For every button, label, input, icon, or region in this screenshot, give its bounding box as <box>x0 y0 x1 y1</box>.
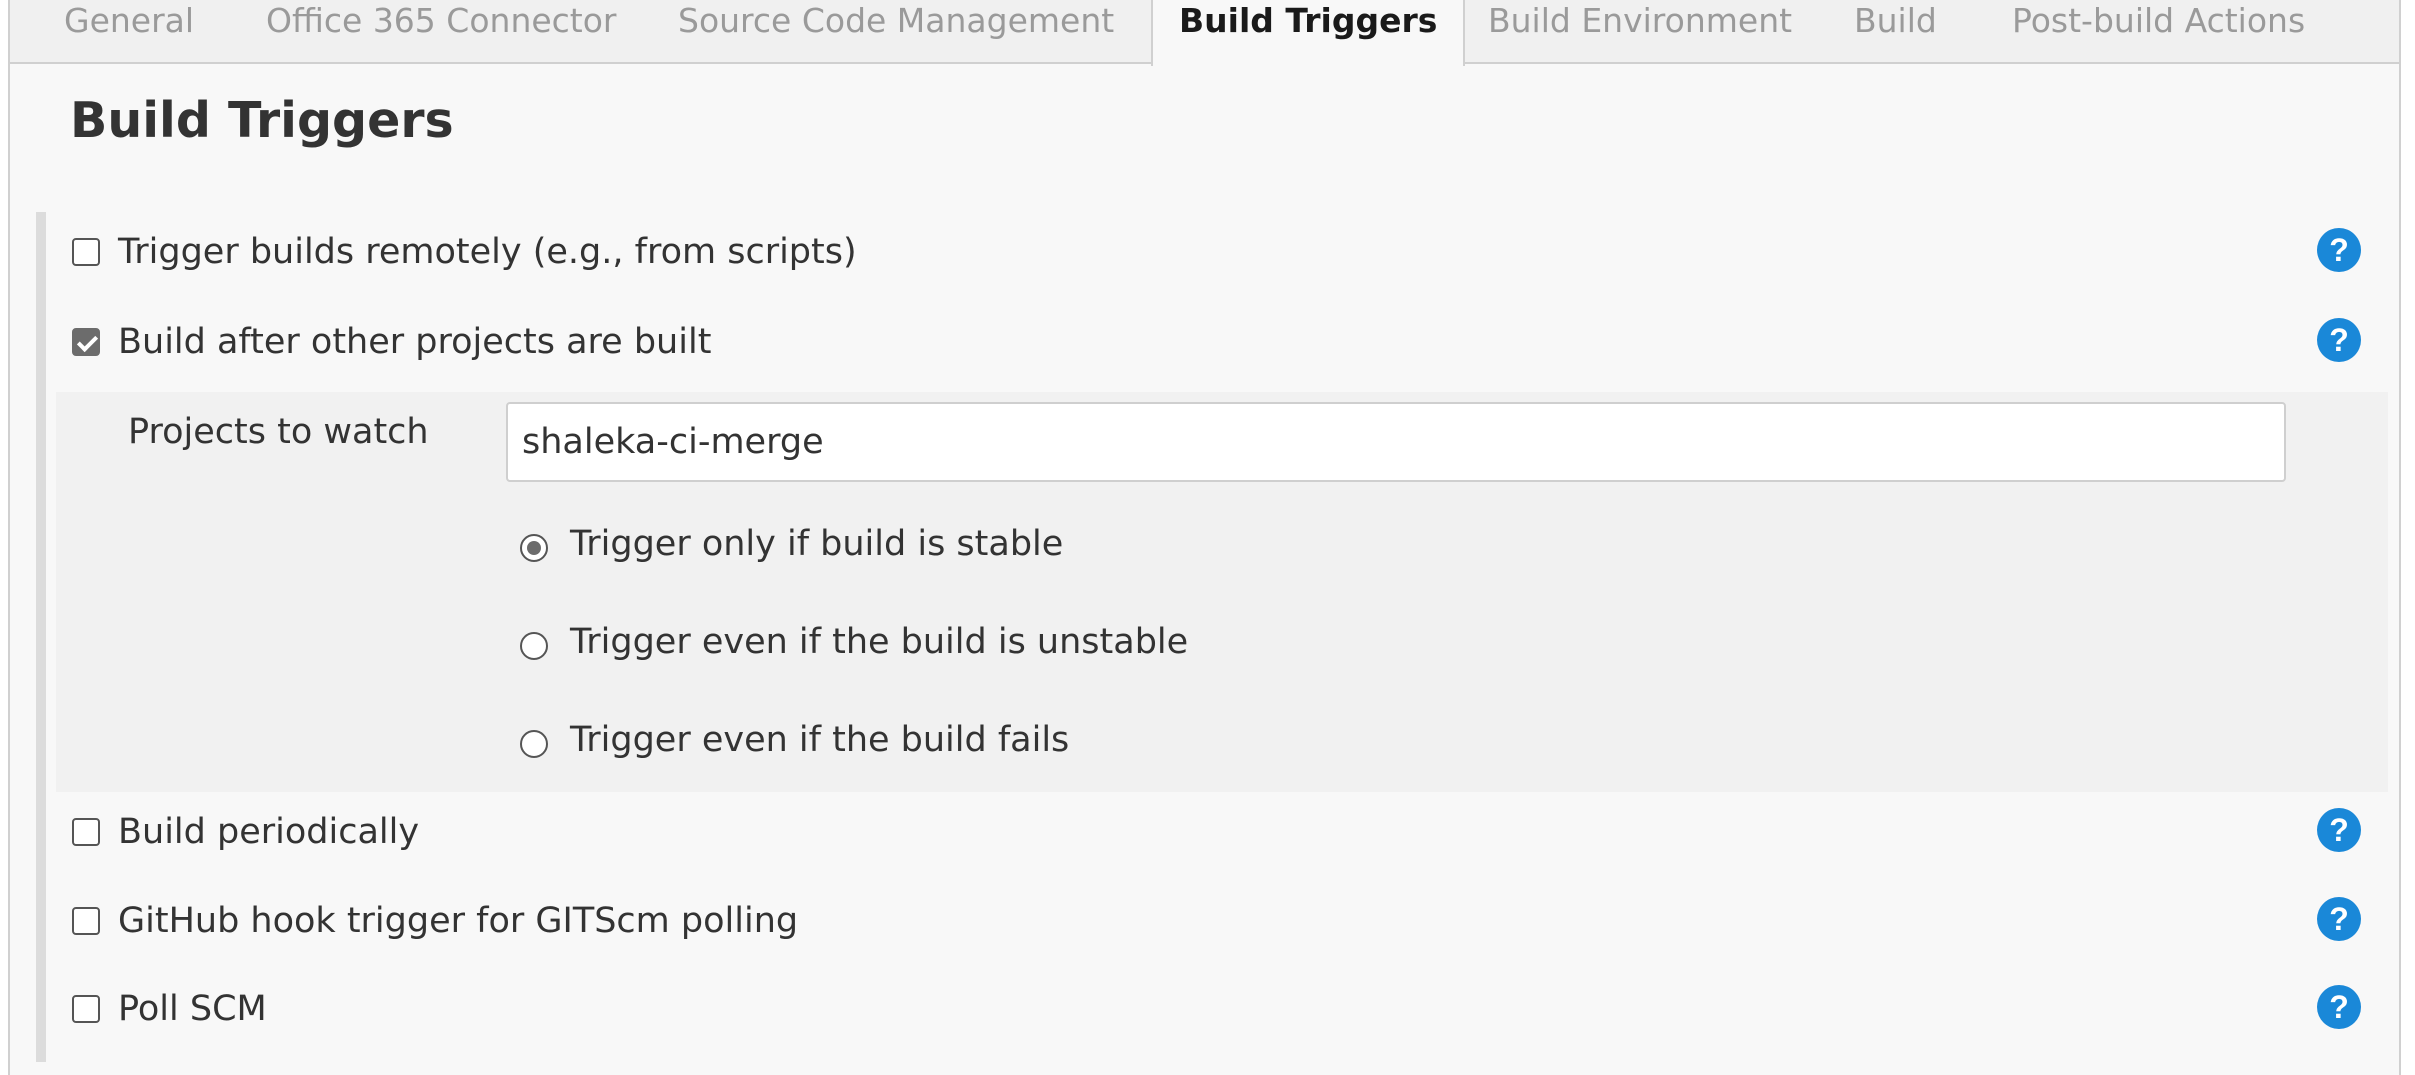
tab-build-triggers[interactable]: Build Triggers <box>1151 0 1466 66</box>
projects-to-watch-label: Projects to watch <box>128 412 429 452</box>
poll-scm-label: Poll SCM <box>118 989 267 1029</box>
projects-to-watch-input[interactable] <box>506 402 2286 482</box>
help-icon[interactable]: ? <box>2317 808 2361 852</box>
section-indent-rule <box>36 212 46 1062</box>
build-after-checkbox[interactable] <box>72 328 100 356</box>
github-hook-label: GitHub hook trigger for GITScm polling <box>118 901 799 941</box>
tab-build-environment[interactable]: Build Environment <box>1488 0 1792 64</box>
build-after-label: Build after other projects are built <box>118 322 712 362</box>
tab-general[interactable]: General <box>64 0 194 64</box>
help-icon[interactable]: ? <box>2317 897 2361 941</box>
tab-build[interactable]: Build <box>1854 0 1937 64</box>
config-tab-bar: General Office 365 Connector Source Code… <box>10 0 2399 66</box>
radio-unstable-label: Trigger even if the build is unstable <box>570 622 1189 662</box>
radio-unstable[interactable] <box>520 632 548 660</box>
tab-source-code-management[interactable]: Source Code Management <box>678 0 1114 64</box>
tab-office-365-connector[interactable]: Office 365 Connector <box>266 0 617 64</box>
build-periodically-row[interactable]: Build periodically <box>72 802 419 862</box>
build-periodically-checkbox[interactable] <box>72 818 100 846</box>
build-periodically-label: Build periodically <box>118 812 420 852</box>
section-title: Build Triggers <box>70 92 454 149</box>
poll-scm-row[interactable]: Poll SCM <box>72 979 267 1039</box>
help-icon[interactable]: ? <box>2317 228 2361 272</box>
trigger-remote-checkbox[interactable] <box>72 238 100 266</box>
radio-fails-label: Trigger even if the build fails <box>570 720 1070 760</box>
poll-scm-checkbox[interactable] <box>72 995 100 1023</box>
trigger-remote-row[interactable]: Trigger builds remotely (e.g., from scri… <box>72 222 857 282</box>
radio-option-fails[interactable]: Trigger even if the build fails <box>520 710 1069 770</box>
github-hook-row[interactable]: GitHub hook trigger for GITScm polling <box>72 891 798 951</box>
tab-post-build-actions[interactable]: Post-build Actions <box>2012 0 2305 64</box>
github-hook-checkbox[interactable] <box>72 907 100 935</box>
trigger-remote-label: Trigger builds remotely (e.g., from scri… <box>118 232 857 272</box>
build-after-row[interactable]: Build after other projects are built <box>72 312 711 372</box>
help-icon[interactable]: ? <box>2317 985 2361 1029</box>
radio-stable[interactable] <box>520 534 548 562</box>
radio-fails[interactable] <box>520 730 548 758</box>
radio-option-unstable[interactable]: Trigger even if the build is unstable <box>520 612 1188 672</box>
job-config-panel: General Office 365 Connector Source Code… <box>8 0 2401 1075</box>
help-icon[interactable]: ? <box>2317 318 2361 362</box>
radio-option-stable[interactable]: Trigger only if build is stable <box>520 514 1063 574</box>
radio-stable-label: Trigger only if build is stable <box>570 524 1064 564</box>
